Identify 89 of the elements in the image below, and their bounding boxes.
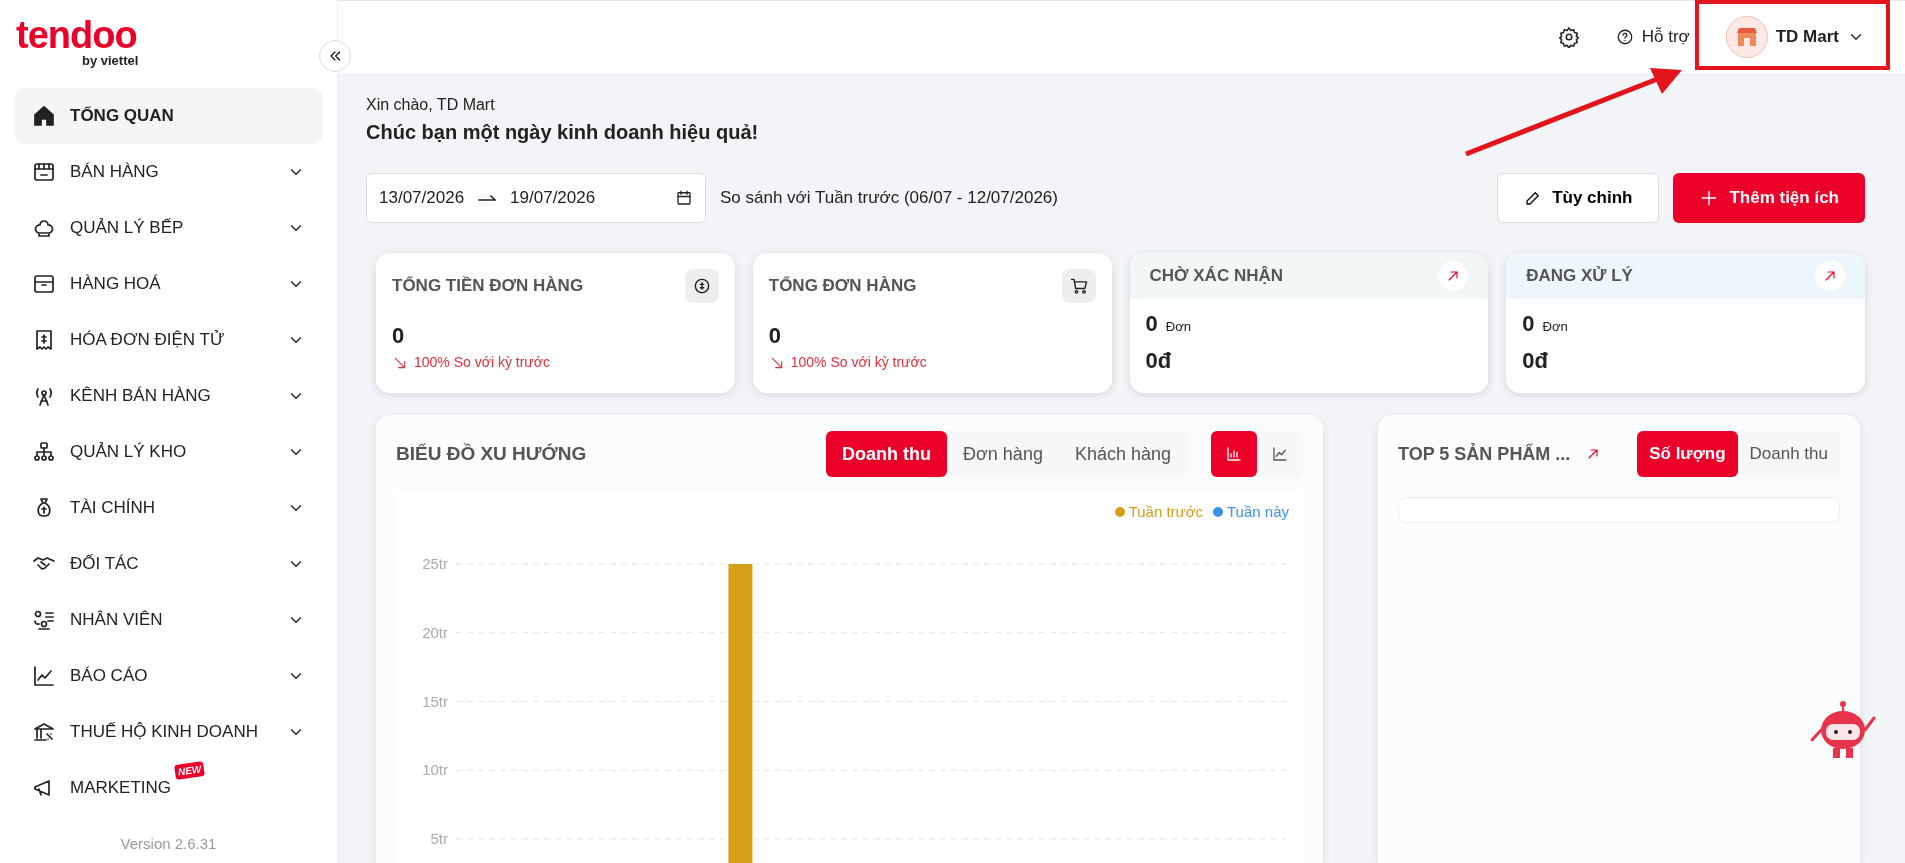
sidebar-item[interactable]: KÊNH BÁN HÀNG xyxy=(14,368,323,424)
sidebar-item[interactable]: QUẢN LÝ BẾP xyxy=(14,200,323,256)
sidebar-item[interactable]: MARKETING NEW xyxy=(14,760,323,816)
sidebar-label: ĐỐI TÁC xyxy=(70,553,140,576)
greeting-text: Xin chào, TD Mart xyxy=(366,95,496,115)
line-chart-icon xyxy=(1271,445,1289,463)
hierarchy-icon xyxy=(32,440,56,464)
order-amount: 0đ xyxy=(1522,347,1549,375)
order-count: 0 xyxy=(1145,310,1158,338)
calendar-icon xyxy=(675,189,693,207)
metric-tab[interactable]: Số lượng xyxy=(1637,431,1738,477)
panel-title: BIỂU ĐỒ XU HƯỚNG xyxy=(396,441,588,466)
help-link[interactable]: Hỗ trợ xyxy=(1615,24,1690,50)
sidebar-label: HÀNG HOÁ xyxy=(70,273,162,296)
sidebar-item[interactable]: BÁN HÀNG xyxy=(14,144,323,200)
sidebar-label: QUẢN LÝ KHO xyxy=(70,441,188,464)
user-name: TD Mart xyxy=(1775,26,1839,49)
panel-title: TOP 5 SẢN PHẨM ... xyxy=(1398,442,1571,466)
card-title: TỔNG ĐƠN HÀNG xyxy=(768,275,917,298)
metric-tab[interactable]: Đơn hàng xyxy=(947,431,1059,477)
unit-label: Đơn xyxy=(1542,318,1568,336)
trend-text: 100% So với kỳ trước xyxy=(414,353,550,372)
avatar-icon xyxy=(1725,16,1768,58)
bank-icon xyxy=(32,720,56,744)
logo-text: tendoo xyxy=(16,16,138,54)
legend-item: Tuần trước xyxy=(1114,501,1203,524)
version-text: Version 2.6.31 xyxy=(119,833,218,854)
box-icon xyxy=(32,272,56,296)
settings-button[interactable] xyxy=(1557,26,1580,48)
bar-chart-icon xyxy=(1225,445,1243,463)
card-value: 0 xyxy=(768,322,782,350)
storefront-icon xyxy=(32,160,56,184)
metric-tab[interactable]: Doanh thu xyxy=(826,431,948,477)
home-icon xyxy=(32,104,56,128)
sidebar-item[interactable]: ĐỐI TÁC xyxy=(14,536,323,592)
greeting-message: Chúc bạn một ngày kinh doanh hiệu quả! xyxy=(366,120,760,145)
axis-label: 5tr xyxy=(430,829,448,847)
card-title: CHỜ XÁC NHẬN xyxy=(1149,265,1283,288)
new-tag: NEW xyxy=(174,761,206,781)
customize-button[interactable]: Tùy chỉnh xyxy=(1497,173,1660,223)
add-widget-button[interactable]: Thêm tiện ích xyxy=(1673,173,1865,223)
sidebar-label: HÓA ĐƠN ĐIỆN TỬ xyxy=(70,329,226,352)
sidebar-label: TỔNG QUAN xyxy=(70,105,175,128)
card-title: ĐANG XỬ LÝ xyxy=(1526,265,1633,288)
account-menu[interactable]: TD Mart xyxy=(1725,16,1865,58)
line-chart-icon xyxy=(32,664,56,688)
sidebar-label: THUẾ HỘ KINH DOANH xyxy=(70,721,259,744)
help-icon xyxy=(1615,28,1634,46)
collapse-button[interactable] xyxy=(319,40,351,72)
bar-chart-button[interactable] xyxy=(1211,431,1257,477)
unit-label: Đơn xyxy=(1165,318,1192,336)
arrow-right-icon xyxy=(478,195,497,201)
sidebar-item[interactable]: THUẾ HỘ KINH DOANH xyxy=(14,704,323,760)
sidebar-item[interactable]: NHÂN VIÊN xyxy=(14,592,323,648)
sidebar-label: NHÂN VIÊN xyxy=(70,609,164,632)
sidebar-item[interactable]: BÁO CÁO xyxy=(14,648,323,704)
order-count: 0 xyxy=(1522,310,1535,338)
sidebar-label: TÀI CHÍNH xyxy=(70,497,156,520)
axis-label: 10tr xyxy=(422,760,448,778)
coin-badge-icon xyxy=(684,269,719,303)
start-date: 13/07/2026 xyxy=(379,187,465,210)
metric-tab[interactable]: Doanh thu xyxy=(1737,431,1840,477)
sidebar-item[interactable]: TÀI CHÍNH xyxy=(14,480,323,536)
open-button[interactable] xyxy=(1438,261,1469,291)
sidebar-label: BÁN HÀNG xyxy=(70,161,160,184)
order-amount: 0đ xyxy=(1145,347,1173,375)
staff-icon xyxy=(32,608,56,632)
sidebar-item[interactable]: HÓA ĐƠN ĐIỆN TỬ xyxy=(14,312,323,368)
sidebar-item[interactable]: QUẢN LÝ KHO xyxy=(14,424,323,480)
sidebar-label: QUẢN LÝ BẾP xyxy=(70,217,185,240)
end-date: 19/07/2026 xyxy=(510,187,597,210)
axis-label: 25tr xyxy=(422,554,448,572)
legend-item: Tuần này xyxy=(1213,501,1289,524)
axis-label: 15tr xyxy=(422,692,448,709)
card-title: TỔNG TIỀN ĐƠN HÀNG xyxy=(392,275,584,298)
sidebar-item[interactable]: HÀNG HOÁ xyxy=(14,256,323,312)
date-range-field[interactable]: 13/07/2026 19/07/2026 xyxy=(366,173,706,223)
trend-text: 100% So với kỳ trước xyxy=(790,353,927,372)
card-value: 0 xyxy=(392,322,406,350)
logo-tagline: by viettel xyxy=(82,54,140,67)
metric-tab[interactable]: Khách hàng xyxy=(1058,431,1187,477)
axis-label: 20tr xyxy=(422,623,448,641)
compare-text: So sánh với Tuần trước (06/07 - 12/07/2026) xyxy=(720,187,1059,210)
open-button[interactable] xyxy=(1815,261,1845,291)
sidebar-label: KÊNH BÁN HÀNG xyxy=(70,385,212,408)
help-label: Hỗ trợ xyxy=(1641,26,1690,49)
sidebar-item[interactable]: TỔNG QUAN xyxy=(14,88,323,144)
cart-badge-icon xyxy=(1061,269,1096,303)
sidebar-label: BÁO CÁO xyxy=(70,665,149,688)
